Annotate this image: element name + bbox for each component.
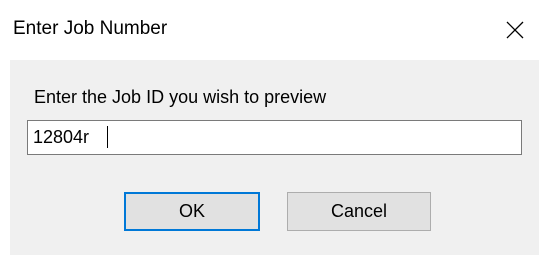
close-icon bbox=[506, 21, 524, 39]
dialog-body: Enter the Job ID you wish to preview OK … bbox=[10, 60, 539, 255]
job-id-input[interactable] bbox=[27, 120, 522, 155]
cancel-button[interactable]: Cancel bbox=[287, 192, 431, 231]
job-id-prompt-label: Enter the Job ID you wish to preview bbox=[34, 87, 327, 107]
ok-button[interactable]: OK bbox=[124, 192, 260, 231]
enter-job-number-dialog: Enter Job Number Enter the Job ID you wi… bbox=[0, 0, 539, 255]
title-bar[interactable]: Enter Job Number bbox=[0, 0, 539, 60]
text-caret bbox=[107, 126, 108, 148]
dialog-title: Enter Job Number bbox=[13, 18, 168, 39]
close-button[interactable] bbox=[494, 10, 536, 50]
